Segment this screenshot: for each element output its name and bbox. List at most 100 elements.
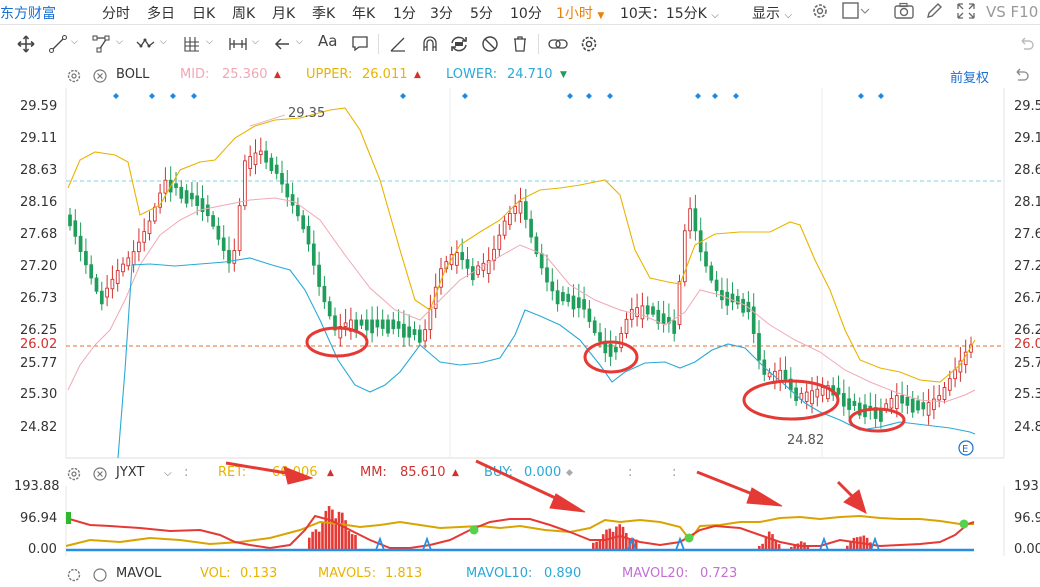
candle-body xyxy=(576,297,581,309)
separator-colon: : xyxy=(628,465,633,480)
candle-body xyxy=(926,402,931,416)
candle-body xyxy=(508,213,512,226)
candle-body xyxy=(89,264,94,279)
candle-body xyxy=(523,201,528,220)
jyxt-buy-label: BUY: xyxy=(484,465,514,480)
settings-icon[interactable] xyxy=(66,567,82,587)
candle-body xyxy=(253,152,258,166)
candle-body xyxy=(73,220,78,237)
signal-marker xyxy=(191,93,197,99)
candle-body xyxy=(640,305,645,320)
candle-body xyxy=(417,329,422,343)
candle-body xyxy=(152,206,157,222)
candle-body xyxy=(704,251,708,267)
candle-body xyxy=(836,387,841,395)
candle-body xyxy=(661,313,666,324)
kline-chart[interactable]: 29.35 24.82 E xyxy=(0,0,1040,574)
candle-body xyxy=(815,388,820,398)
signal-marker xyxy=(113,93,119,99)
mavol-legend: MAVOL VOL: 0.133 MAVOL5: 1.813 MAVOL10: … xyxy=(0,566,1040,586)
candle-body xyxy=(243,160,247,207)
separator-colon: : xyxy=(672,465,677,480)
candle-body xyxy=(195,195,200,206)
candle-body xyxy=(184,190,189,204)
chevron-down-icon[interactable]: ⌵ xyxy=(164,468,172,479)
candle-body xyxy=(555,290,560,305)
candle-body xyxy=(783,369,788,380)
candle-body xyxy=(455,252,459,266)
candle-body xyxy=(386,319,390,334)
candle-body xyxy=(380,319,385,329)
candle-body xyxy=(916,400,920,411)
candle-body xyxy=(566,293,571,302)
candle-body xyxy=(614,346,618,353)
candle-body xyxy=(518,201,523,214)
candle-body xyxy=(460,252,465,261)
candle-body xyxy=(258,150,263,155)
candle-body xyxy=(651,306,655,315)
boll-upper-line xyxy=(67,107,976,383)
candle-body xyxy=(529,218,533,238)
jyxt-ret-value: 66.006 xyxy=(272,465,318,480)
candle-body xyxy=(359,319,364,326)
candle-body xyxy=(582,299,586,310)
boll-mid-line xyxy=(67,197,976,403)
candle-body xyxy=(947,378,952,391)
candle-body xyxy=(709,265,714,281)
candle-body xyxy=(264,150,268,163)
up-triangle-icon: ▲ xyxy=(452,468,459,478)
candle-body xyxy=(280,172,284,185)
candle-body xyxy=(364,319,369,331)
candle-body xyxy=(179,186,184,199)
candle-body xyxy=(921,402,926,410)
jyxt-ret-label: RET: xyxy=(218,465,247,480)
candle-body xyxy=(78,235,83,252)
candle-body xyxy=(608,343,613,357)
candle-body xyxy=(810,390,814,405)
candle-body xyxy=(539,253,544,269)
candle-body xyxy=(804,391,809,402)
candle-body xyxy=(502,220,507,236)
candle-body xyxy=(131,251,136,266)
candle-body xyxy=(121,263,125,273)
close-icon[interactable] xyxy=(92,567,108,587)
candle-body xyxy=(190,192,194,200)
candle-body xyxy=(741,298,745,313)
candle-body xyxy=(820,387,825,396)
candle-body xyxy=(147,220,152,235)
candle-body xyxy=(94,277,99,292)
separator-colon: : xyxy=(184,465,189,480)
candle-body xyxy=(290,194,295,206)
candle-body xyxy=(894,395,899,409)
signal-marker xyxy=(149,93,155,99)
candle-body xyxy=(115,270,120,284)
low-mark: 24.82 xyxy=(787,433,824,448)
candle-body xyxy=(571,295,576,310)
svg-text:E: E xyxy=(962,444,968,455)
signal-marker xyxy=(170,93,176,99)
candle-body xyxy=(248,156,253,170)
candle-body xyxy=(900,395,904,404)
candle-body xyxy=(327,301,332,317)
candle-body xyxy=(497,234,502,250)
candle-body xyxy=(84,251,88,266)
candle-body xyxy=(465,259,470,269)
candle-body xyxy=(513,205,518,214)
candle-body xyxy=(163,179,168,194)
candle-body xyxy=(635,307,639,318)
jyxt-title[interactable]: JYXT xyxy=(116,465,144,480)
candle-body xyxy=(317,264,321,287)
candle-body xyxy=(852,400,857,406)
candle-body xyxy=(598,332,602,342)
signal-marker xyxy=(712,93,718,99)
candle-body xyxy=(587,308,592,322)
candle-body xyxy=(423,329,427,342)
candle-body xyxy=(232,250,237,264)
settings-icon[interactable] xyxy=(66,466,82,486)
candle-body xyxy=(110,278,115,290)
candle-body xyxy=(105,287,109,298)
candle-body xyxy=(205,204,210,217)
candle-body xyxy=(391,319,396,330)
close-icon[interactable] xyxy=(92,466,108,486)
candle-body xyxy=(306,225,311,245)
